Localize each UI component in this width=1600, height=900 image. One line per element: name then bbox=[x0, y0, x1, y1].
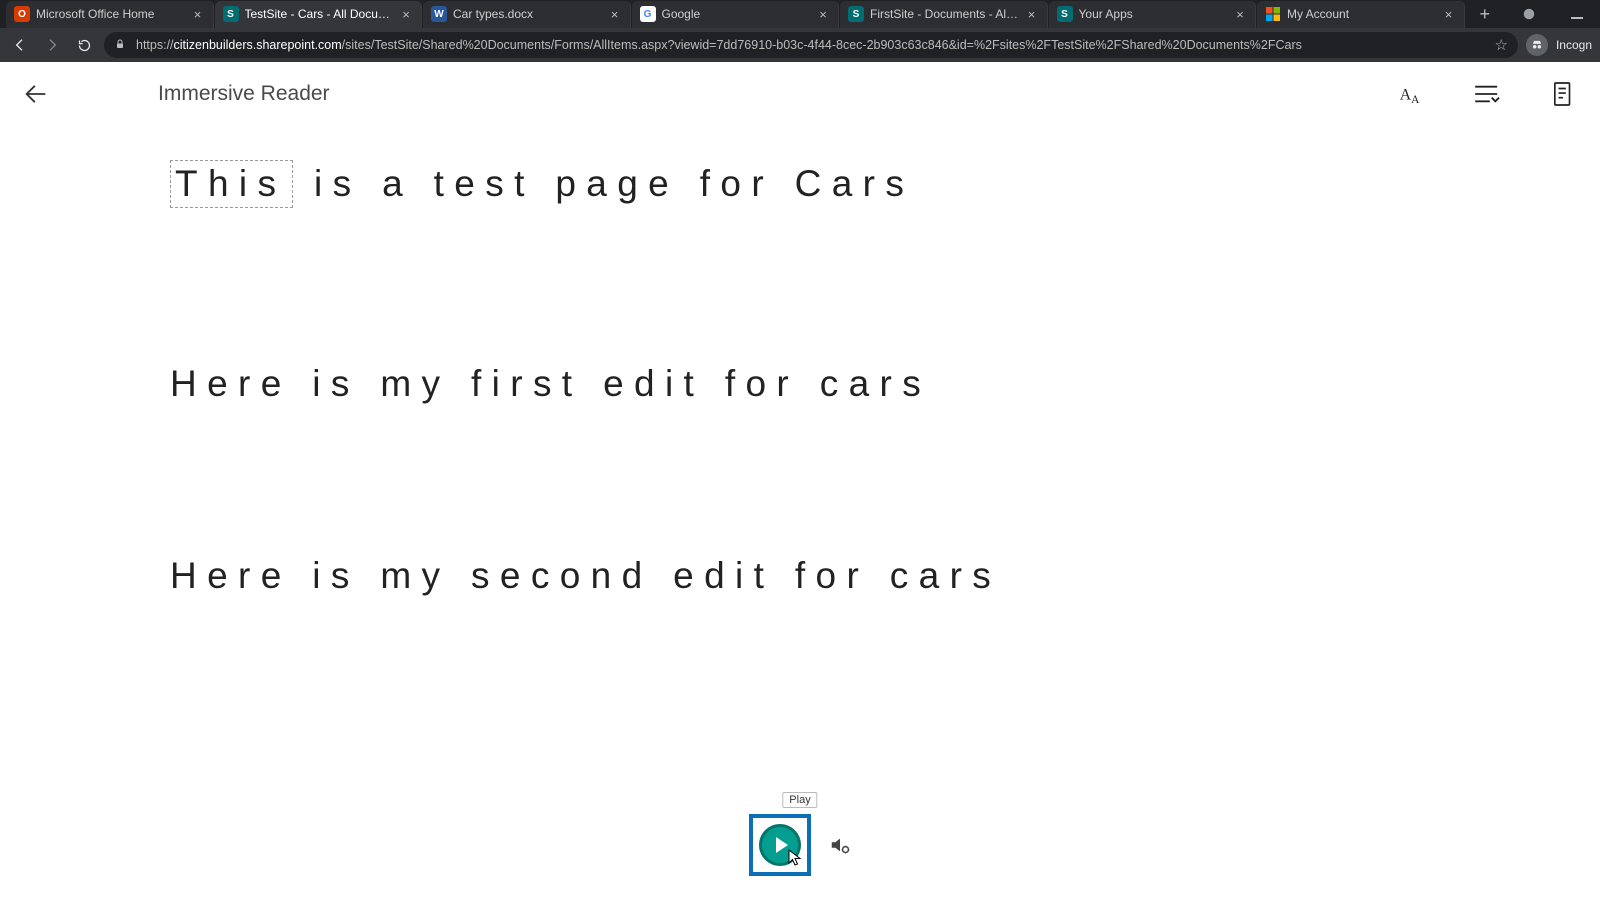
tab-strip: O Microsoft Office Home × S TestSite - Cars … bbox=[0, 0, 1600, 28]
tab-close-icon[interactable]: × bbox=[1442, 7, 1456, 21]
tab-close-icon[interactable]: × bbox=[399, 7, 413, 21]
play-button[interactable] bbox=[749, 814, 811, 876]
nav-reload-button[interactable] bbox=[72, 33, 96, 57]
favicon: S bbox=[848, 6, 864, 22]
browser-chrome: O Microsoft Office Home × S TestSite - Cars … bbox=[0, 0, 1600, 62]
url-path: /sites/TestSite/Shared%20Documents/Forms… bbox=[342, 38, 1302, 52]
tab-title: TestSite - Cars - All Documents bbox=[245, 7, 394, 21]
lock-icon bbox=[114, 38, 128, 53]
tab-close-icon[interactable]: × bbox=[816, 7, 830, 21]
paragraph-1-rest: is a test page for Cars bbox=[293, 163, 914, 204]
playback-controls: Play bbox=[0, 814, 1600, 876]
tab-car-types[interactable]: W Car types.docx × bbox=[423, 1, 631, 28]
url-host: citizenbuilders.sharepoint.com bbox=[174, 38, 342, 52]
tab-close-icon[interactable]: × bbox=[1025, 7, 1039, 21]
svg-text:A: A bbox=[1411, 94, 1420, 106]
tab-title: My Account bbox=[1287, 7, 1436, 21]
reading-preferences-button[interactable] bbox=[1546, 76, 1582, 112]
tab-testsite-cars[interactable]: S TestSite - Cars - All Documents × bbox=[215, 1, 423, 28]
reader-content: This is a test page for Cars Here is my … bbox=[0, 160, 1600, 597]
new-tab-button[interactable]: + bbox=[1480, 5, 1491, 23]
favicon: S bbox=[1057, 6, 1073, 22]
nav-back-button[interactable] bbox=[8, 33, 32, 57]
window-minimize-button[interactable] bbox=[1570, 7, 1584, 21]
favicon: W bbox=[431, 6, 447, 22]
address-row: https://citizenbuilders.sharepoint.com/s… bbox=[0, 28, 1600, 62]
cursor-icon bbox=[788, 849, 804, 867]
tab-close-icon[interactable]: × bbox=[191, 7, 205, 21]
text-preferences-button[interactable]: AA bbox=[1394, 76, 1430, 112]
page: Immersive Reader AA This is a test page … bbox=[0, 62, 1600, 900]
highlighted-word: This bbox=[170, 160, 293, 208]
nav-forward-button[interactable] bbox=[40, 33, 64, 57]
favicon: G bbox=[640, 6, 656, 22]
reader-toolbar: AA bbox=[1394, 76, 1582, 112]
tab-office-home[interactable]: O Microsoft Office Home × bbox=[6, 1, 214, 28]
tabstrip-controls: + bbox=[1466, 5, 1595, 23]
grammar-options-button[interactable] bbox=[1470, 76, 1506, 112]
tab-title: Car types.docx bbox=[453, 7, 602, 21]
reader-title: Immersive Reader bbox=[158, 82, 330, 106]
url-text: https://citizenbuilders.sharepoint.com/s… bbox=[136, 38, 1487, 52]
voice-settings-button[interactable] bbox=[829, 834, 851, 856]
url-scheme: https:// bbox=[136, 38, 174, 52]
tab-your-apps[interactable]: S Your Apps × bbox=[1049, 1, 1257, 28]
toolbar-right: Incogn bbox=[1526, 34, 1592, 56]
incognito-label: Incogn bbox=[1556, 38, 1592, 52]
tab-close-icon[interactable]: × bbox=[608, 7, 622, 21]
tab-google[interactable]: G Google × bbox=[632, 1, 840, 28]
tab-title: Your Apps bbox=[1079, 7, 1228, 21]
tab-my-account[interactable]: My Account × bbox=[1257, 1, 1465, 28]
reader-header: Immersive Reader AA bbox=[0, 62, 1600, 126]
tab-close-icon[interactable]: × bbox=[1233, 7, 1247, 21]
favicon bbox=[1265, 6, 1281, 22]
tab-firstsite-docs[interactable]: S FirstSite - Documents - All Docu… × bbox=[840, 1, 1048, 28]
incognito-avatar[interactable] bbox=[1526, 34, 1548, 56]
paragraph-3: Here is my second edit for cars bbox=[170, 555, 1600, 597]
tab-title: FirstSite - Documents - All Docu… bbox=[870, 7, 1019, 21]
tab-title: Google bbox=[662, 7, 811, 21]
star-icon[interactable]: ☆ bbox=[1495, 36, 1508, 54]
favicon: O bbox=[14, 6, 30, 22]
paragraph-2: Here is my first edit for cars bbox=[170, 363, 1600, 405]
favicon: S bbox=[223, 6, 239, 22]
svg-text:A: A bbox=[1400, 86, 1412, 103]
paragraph-1: This is a test page for Cars bbox=[170, 160, 1600, 208]
play-tooltip: Play bbox=[782, 792, 817, 808]
play-icon bbox=[776, 837, 788, 853]
tab-title: Microsoft Office Home bbox=[36, 7, 185, 21]
extensions-icon[interactable] bbox=[1522, 7, 1536, 21]
address-bar[interactable]: https://citizenbuilders.sharepoint.com/s… bbox=[104, 32, 1518, 58]
reader-back-button[interactable] bbox=[18, 76, 54, 112]
